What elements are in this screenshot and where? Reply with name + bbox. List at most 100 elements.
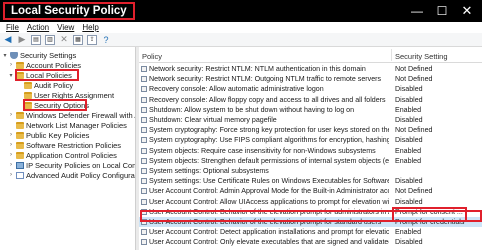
tree-item-label: Windows Defender Firewall with Adv — [26, 110, 136, 120]
menu-help[interactable]: Help — [82, 23, 98, 32]
policy-row[interactable]: System objects: Strengthen default permi… — [139, 156, 482, 166]
tree-pane: ▾ Security Settings › Account Policies ▾… — [0, 47, 136, 250]
folder-icon — [16, 131, 24, 139]
menu-action[interactable]: Action — [27, 23, 49, 32]
folder-icon — [16, 61, 24, 69]
expander[interactable]: ▾ — [2, 52, 8, 59]
properties-icon[interactable]: ▦ — [73, 34, 83, 45]
policy-name: Network security: Restrict NTLM: NTLM au… — [149, 65, 366, 73]
policy-setting: Disabled — [395, 85, 423, 94]
policy-row[interactable]: Shutdown: Allow system to be shut down w… — [139, 105, 482, 115]
tree-item-software-restriction[interactable]: › Software Restriction Policies — [8, 140, 121, 150]
tree-item-ip-security[interactable]: › IP Security Policies on Local Compute — [8, 160, 135, 170]
expander[interactable]: › — [8, 152, 14, 158]
export-list-icon[interactable]: ⇪ — [87, 34, 97, 45]
policy-setting: Disabled — [395, 136, 423, 145]
chart-icon — [16, 171, 24, 179]
column-header-security-setting[interactable]: Security Setting — [395, 52, 448, 61]
policy-row[interactable]: Shutdown: Clear virtual memory pagefile D… — [139, 115, 482, 125]
folder-icon — [24, 91, 32, 99]
expander[interactable]: › — [8, 112, 14, 118]
expander[interactable]: › — [8, 172, 14, 178]
policy-name: User Account Control: Detect application… — [149, 228, 389, 237]
policy-icon — [141, 127, 147, 134]
tree-item-windows-defender-firewall[interactable]: › Windows Defender Firewall with Adv — [8, 110, 136, 120]
forward-icon[interactable]: ▶ — [17, 34, 27, 45]
policy-row[interactable]: User Account Control: Allow UIAccess app… — [139, 197, 482, 207]
delete-icon[interactable]: ✕ — [59, 34, 69, 45]
policy-row[interactable]: Network security: Restrict NTLM: NTLM au… — [139, 64, 482, 74]
tree-item-label: Network List Manager Policies — [26, 120, 127, 130]
policy-row[interactable]: Recovery console: Allow automatic admini… — [139, 84, 482, 94]
folder-icon — [16, 141, 24, 149]
policy-name: Shutdown: Clear virtual memory pagefile — [149, 116, 277, 124]
menu-file[interactable]: File — [6, 23, 19, 32]
menu-bar: File Action View Help — [0, 22, 482, 33]
up-folder-icon[interactable]: ▤ — [31, 34, 41, 45]
policy-icon — [141, 106, 147, 113]
policy-name: Recovery console: Allow floppy copy and … — [149, 95, 386, 104]
policy-icon — [141, 117, 147, 123]
maximize-button[interactable]: ☐ — [431, 2, 453, 20]
policy-row[interactable]: Recovery console: Allow floppy copy and … — [139, 95, 482, 105]
policy-icon — [141, 178, 147, 185]
policy-icon — [141, 168, 147, 174]
tree-item-application-control[interactable]: › Application Control Policies — [8, 150, 117, 160]
expander[interactable]: › — [8, 62, 14, 68]
close-button[interactable]: ✕ — [456, 2, 478, 20]
policy-setting: Disabled — [395, 177, 423, 186]
policy-row[interactable]: User Account Control: Admin Approval Mod… — [139, 186, 482, 196]
policy-row[interactable]: System settings: Optional subsystems — [139, 166, 482, 176]
policy-setting: Enabled — [395, 156, 422, 165]
help-icon[interactable]: ? — [101, 35, 111, 45]
back-icon[interactable]: ◀ — [3, 34, 13, 45]
policy-row[interactable]: System settings: Use Certificate Rules o… — [139, 176, 482, 186]
minimize-button[interactable]: — — [406, 2, 428, 20]
policy-name: Recovery console: Allow automatic admini… — [149, 85, 324, 94]
column-divider[interactable] — [391, 49, 392, 61]
policy-setting: Disabled — [395, 197, 423, 206]
local-policies-highlight-box — [15, 69, 79, 81]
expander[interactable]: › — [8, 132, 14, 138]
tree-item-label: Audit Policy — [34, 80, 74, 90]
policy-icon — [141, 157, 147, 164]
title-highlight-box: Local Security Policy — [3, 2, 135, 20]
setting-highlight-box — [392, 207, 467, 222]
policy-row[interactable]: System cryptography: Force strong key pr… — [139, 125, 482, 135]
shield-icon — [10, 51, 18, 59]
policy-row[interactable]: Network security: Restrict NTLM: Outgoin… — [139, 74, 482, 84]
tree-item-label: Software Restriction Policies — [26, 140, 122, 150]
policy-row[interactable]: User Account Control: Detect application… — [139, 227, 482, 237]
column-header-policy[interactable]: Policy — [142, 52, 162, 61]
tree-item-audit-policy[interactable]: Audit Policy — [16, 80, 73, 90]
policy-row[interactable]: System cryptography: Use FIPS compliant … — [139, 135, 482, 145]
tree-item-security-settings[interactable]: ▾ Security Settings — [2, 50, 76, 60]
expander[interactable]: ▾ — [8, 72, 14, 79]
window-title: Local Security Policy — [11, 5, 127, 17]
policy-icon — [141, 239, 147, 246]
tree-item-network-list-manager[interactable]: Network List Manager Policies — [8, 120, 127, 130]
policy-setting: Enabled — [395, 228, 422, 237]
policy-row[interactable]: System objects: Require case insensitivi… — [139, 146, 482, 156]
toolbar: ◀ ▶ ▤ ▥ ✕ ▦ ⇪ ? — [0, 33, 482, 47]
tree-item-label: Security Settings — [20, 50, 77, 60]
policy-icon — [141, 188, 147, 195]
policy-list: Policy Security Setting Network security… — [139, 47, 482, 250]
tree-item-advanced-audit[interactable]: › Advanced Audit Policy Configuration — [8, 170, 135, 180]
folder-icon — [16, 111, 24, 119]
folder-icon — [24, 81, 32, 89]
policy-name: System objects: Require case insensitivi… — [149, 146, 376, 155]
tree-item-public-key-policies[interactable]: › Public Key Policies — [8, 130, 89, 140]
folder-icon — [16, 121, 24, 129]
policy-setting: Disabled — [395, 95, 423, 104]
policy-icon — [141, 96, 147, 103]
show-hide-tree-icon[interactable]: ▥ — [45, 34, 55, 45]
policy-setting: Disabled — [395, 116, 423, 124]
list-header: Policy Security Setting — [139, 47, 482, 63]
policy-icon — [141, 137, 147, 144]
expander[interactable]: › — [8, 142, 14, 148]
policy-row[interactable]: User Account Control: Only elevate execu… — [139, 237, 482, 247]
menu-view[interactable]: View — [57, 23, 74, 32]
expander[interactable]: › — [8, 162, 14, 168]
policy-name: User Account Control: Allow UIAccess app… — [149, 197, 389, 206]
